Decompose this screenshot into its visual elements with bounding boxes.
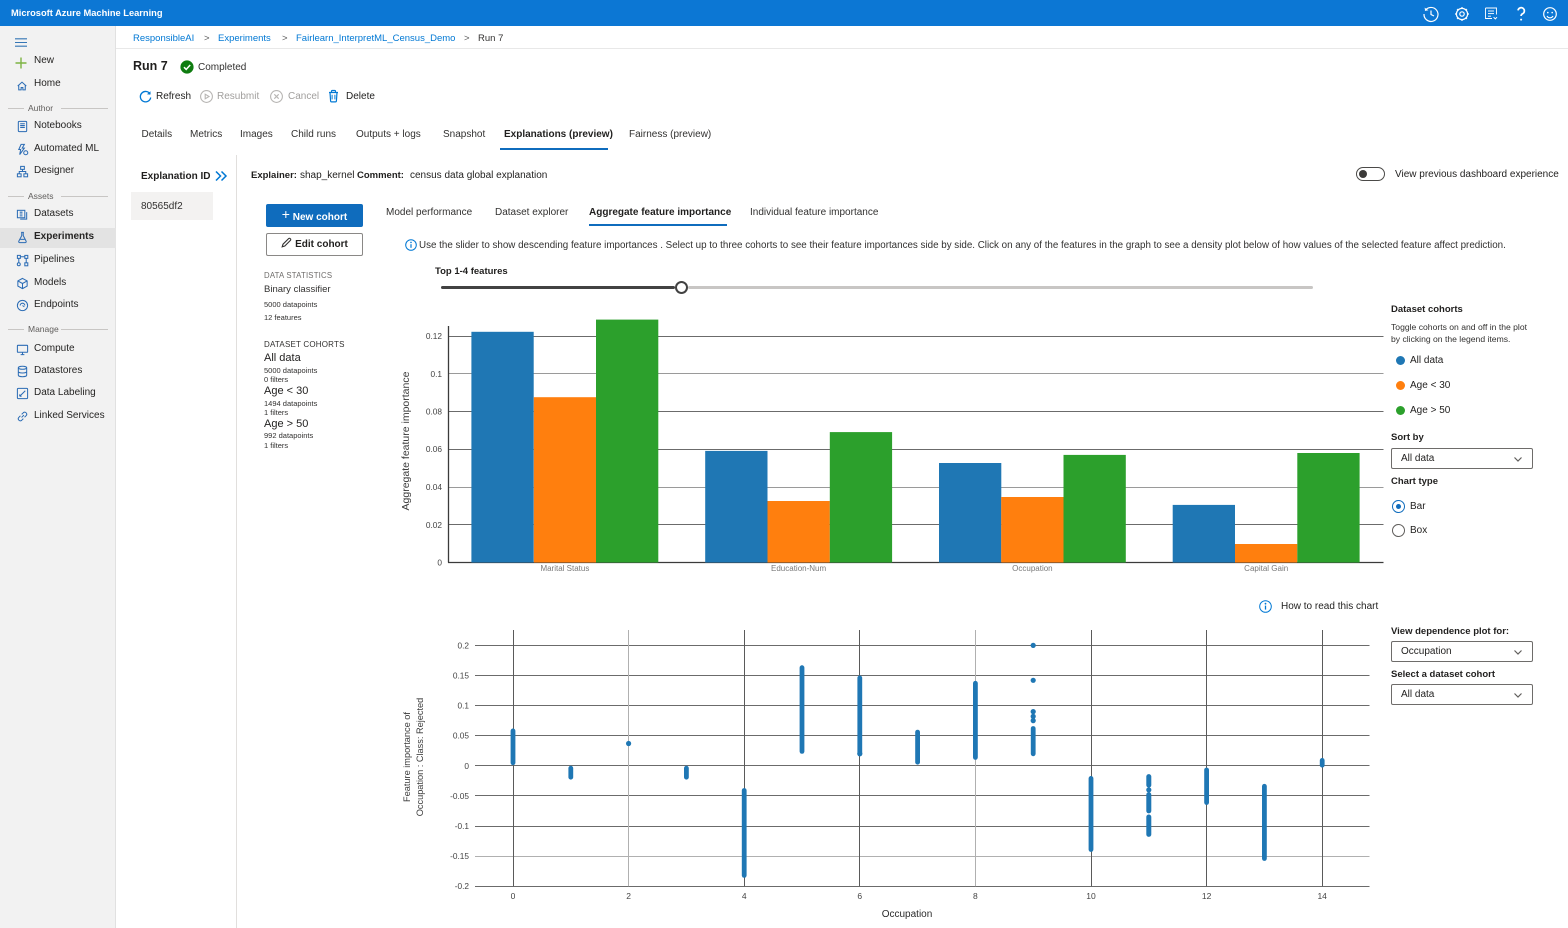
svg-text:8: 8	[973, 891, 978, 901]
svg-text:10: 10	[1086, 891, 1096, 901]
svg-text:Marital Status: Marital Status	[540, 564, 589, 573]
svg-text:Occupation : Class: Rejected: Occupation : Class: Rejected	[415, 698, 425, 816]
svg-text:2: 2	[626, 891, 631, 901]
svg-text:0.1: 0.1	[457, 701, 469, 711]
svg-text:Occupation: Occupation	[882, 909, 933, 920]
svg-text:0.05: 0.05	[453, 731, 470, 741]
svg-text:6: 6	[857, 891, 862, 901]
svg-text:Aggregate feature importance: Aggregate feature importance	[400, 371, 412, 510]
svg-text:-0.15: -0.15	[450, 851, 469, 861]
svg-text:0.06: 0.06	[426, 444, 443, 454]
svg-text:0.2: 0.2	[457, 640, 469, 650]
svg-text:0.12: 0.12	[426, 331, 443, 341]
svg-text:Education-Num: Education-Num	[771, 564, 826, 573]
svg-text:4: 4	[742, 891, 747, 901]
svg-text:Occupation: Occupation	[1012, 564, 1052, 573]
svg-text:0.15: 0.15	[453, 671, 470, 681]
svg-text:-0.1: -0.1	[455, 821, 470, 831]
svg-text:0: 0	[437, 558, 442, 568]
svg-text:12: 12	[1202, 891, 1212, 901]
svg-text:0.04: 0.04	[426, 482, 443, 492]
svg-text:0: 0	[464, 761, 469, 771]
svg-text:0.1: 0.1	[430, 369, 442, 379]
svg-text:0: 0	[511, 891, 516, 901]
svg-text:Feature importance of: Feature importance of	[402, 712, 412, 802]
svg-text:Capital Gain: Capital Gain	[1244, 564, 1288, 573]
svg-text:-0.2: -0.2	[455, 881, 470, 891]
svg-text:14: 14	[1317, 891, 1327, 901]
svg-text:0.08: 0.08	[426, 407, 443, 417]
svg-text:0.02: 0.02	[426, 520, 443, 530]
svg-text:-0.05: -0.05	[450, 791, 469, 801]
